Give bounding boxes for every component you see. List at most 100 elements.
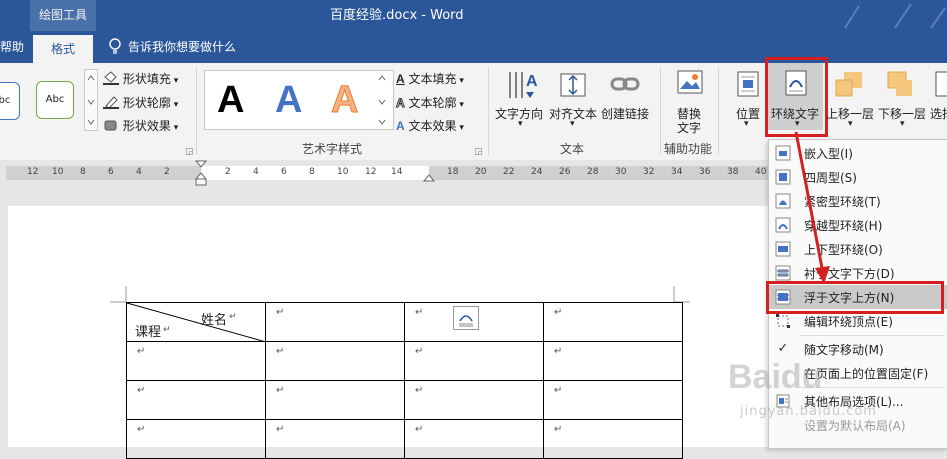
table-cell[interactable]: ↵	[265, 302, 405, 342]
ruler-number: 38	[727, 167, 739, 177]
table-cell[interactable]: ↵	[404, 380, 544, 420]
ruler-number: 14	[391, 167, 403, 177]
send-backward-dropdown-icon[interactable]: ▾	[900, 119, 905, 129]
watermark-url: jingyan.baidu.com	[740, 404, 877, 419]
wordart-gallery-scroll[interactable]	[376, 70, 388, 128]
table-cell[interactable]: ↵	[543, 380, 683, 420]
annotation-arrows	[794, 131, 830, 284]
wordart-group-label: 艺术字样式	[302, 142, 363, 156]
ruler-number: 6	[281, 167, 287, 177]
table-cell[interactable]: ↵	[265, 380, 405, 420]
layout-options-icon	[459, 315, 473, 327]
shape-style-thumb-1[interactable]: Abc	[0, 82, 20, 120]
shape-fill-button[interactable]: 形状填充 ▾	[103, 70, 178, 87]
ruler-number: 12	[365, 167, 377, 177]
bring-forward-icon	[835, 72, 862, 97]
table-cell[interactable]: ↵	[404, 419, 544, 459]
paint-bucket-icon	[103, 71, 119, 85]
menu-item-label: 设置为默认布局(A)	[804, 419, 906, 433]
table-cell[interactable]: ↵	[126, 419, 266, 459]
text-effects-icon: A	[396, 119, 405, 133]
shape-outline-label: 形状轮廓	[122, 96, 171, 110]
behind-text-icon	[775, 265, 791, 281]
position-dropdown-icon[interactable]: ▾	[744, 119, 749, 129]
shape-fill-label: 形状填充	[122, 72, 171, 86]
table-cell[interactable]: ↵	[126, 341, 266, 381]
send-backward-icon	[887, 71, 912, 96]
text-direction-icon: A	[509, 72, 538, 98]
ruler-number: 8	[80, 167, 86, 177]
ruler-number: 10	[52, 167, 64, 177]
table-cell[interactable]: ↵	[404, 302, 544, 342]
wordart-style-orange[interactable]: A	[330, 78, 358, 122]
contextual-tab-drawing-tools: 绘图工具	[30, 0, 96, 31]
square-wrap-icon	[775, 169, 791, 185]
ruler-number: 40	[755, 167, 767, 177]
bring-forward-dropdown-icon[interactable]: ▾	[848, 119, 853, 129]
tell-me-search[interactable]: 告诉我你想要做什么	[108, 31, 236, 63]
create-link-button[interactable]: 创建链接	[601, 105, 649, 122]
ruler-number: 8	[309, 167, 315, 177]
text-effects-button[interactable]: A 文本效果 ▾	[396, 117, 464, 134]
shape-effects-label: 形状效果	[122, 119, 171, 133]
table-header-cell[interactable]: 姓名 ↵ 课程 ↵	[126, 302, 266, 342]
lightbulb-icon	[109, 38, 121, 54]
through-wrap-icon	[775, 217, 791, 233]
ruler-number: 20	[475, 167, 487, 177]
selection-pane-button[interactable]: 选择	[930, 105, 947, 122]
wordart-launcher-icon[interactable]: ◲	[474, 147, 483, 157]
tab-format[interactable]: 格式	[33, 35, 93, 63]
layout-options-anchor-button[interactable]	[453, 306, 479, 330]
edit-wrap-points-icon	[776, 314, 790, 328]
table-cell[interactable]: ↵	[543, 341, 683, 381]
shape-style-thumb-2[interactable]: Abc	[36, 81, 74, 119]
pencil-decoration-icon	[844, 3, 946, 29]
right-indent-marker-icon[interactable]	[423, 173, 435, 183]
shape-styles-launcher-icon[interactable]: ◲	[185, 147, 194, 157]
text-fill-label: 文本填充	[408, 72, 457, 86]
first-line-indent-marker-icon[interactable]	[195, 160, 207, 186]
table-cell[interactable]: ↵	[265, 419, 405, 459]
ruler-number: 4	[136, 167, 142, 177]
wordart-style-black[interactable]: A	[217, 78, 244, 122]
wordart-gallery[interactable]: A A A	[204, 70, 394, 130]
ruler-number: 24	[531, 167, 543, 177]
ruler-number: 28	[587, 167, 599, 177]
header-course-text: 课程	[135, 325, 162, 340]
wordart-style-blue[interactable]: A	[275, 78, 302, 122]
align-text-icon	[560, 73, 586, 97]
ruler-number: 4	[253, 167, 259, 177]
shape-effects-button[interactable]: 形状效果 ▾	[103, 117, 178, 134]
alt-text-line2[interactable]: 文字	[677, 119, 701, 136]
check-icon: ✓	[777, 341, 789, 356]
link-chain-icon	[610, 77, 640, 91]
table-cell[interactable]: ↵	[543, 302, 683, 342]
text-fill-button[interactable]: A 文本填充 ▾	[396, 70, 464, 87]
text-direction-dropdown-icon[interactable]: ▾	[518, 119, 523, 129]
ruler-number: 18	[447, 167, 459, 177]
table-cell[interactable]: ↵	[265, 341, 405, 381]
table-cell[interactable]: ↵	[126, 380, 266, 420]
tight-wrap-icon	[775, 193, 791, 209]
text-outline-button[interactable]: A 文本轮廓 ▾	[396, 94, 464, 111]
selection-pane-icon	[935, 71, 947, 97]
tab-help[interactable]: 帮助	[0, 31, 24, 63]
shape-style-scroll[interactable]	[84, 69, 98, 131]
document-table[interactable]: 姓名 ↵ 课程 ↵ ↵ ↵ ↵ ↵ ↵ ↵ ↵ ↵ ↵ ↵ ↵ ↵ ↵ ↵ ↵	[126, 302, 683, 459]
ruler-number: 30	[615, 167, 627, 177]
table-cell[interactable]: ↵	[543, 419, 683, 459]
ruler-number: 2	[225, 167, 231, 177]
ruler-number: 32	[643, 167, 655, 177]
inline-icon	[775, 145, 791, 161]
ruler-number: 2	[164, 167, 170, 177]
alt-text-icon	[677, 70, 703, 94]
text-fill-icon: A	[396, 72, 405, 86]
table-cell[interactable]: ↵	[404, 341, 544, 381]
shape-outline-button[interactable]: 形状轮廓 ▾	[103, 94, 178, 111]
text-group-label: 文本	[560, 142, 585, 156]
ruler-number: 12	[27, 167, 39, 177]
watermark-logo: Baidu	[728, 358, 823, 396]
align-text-dropdown-icon[interactable]: ▾	[570, 119, 575, 129]
title-bar: 绘图工具 百度经验.docx - Word	[0, 0, 947, 31]
text-effects-label: 文本效果	[408, 119, 457, 133]
